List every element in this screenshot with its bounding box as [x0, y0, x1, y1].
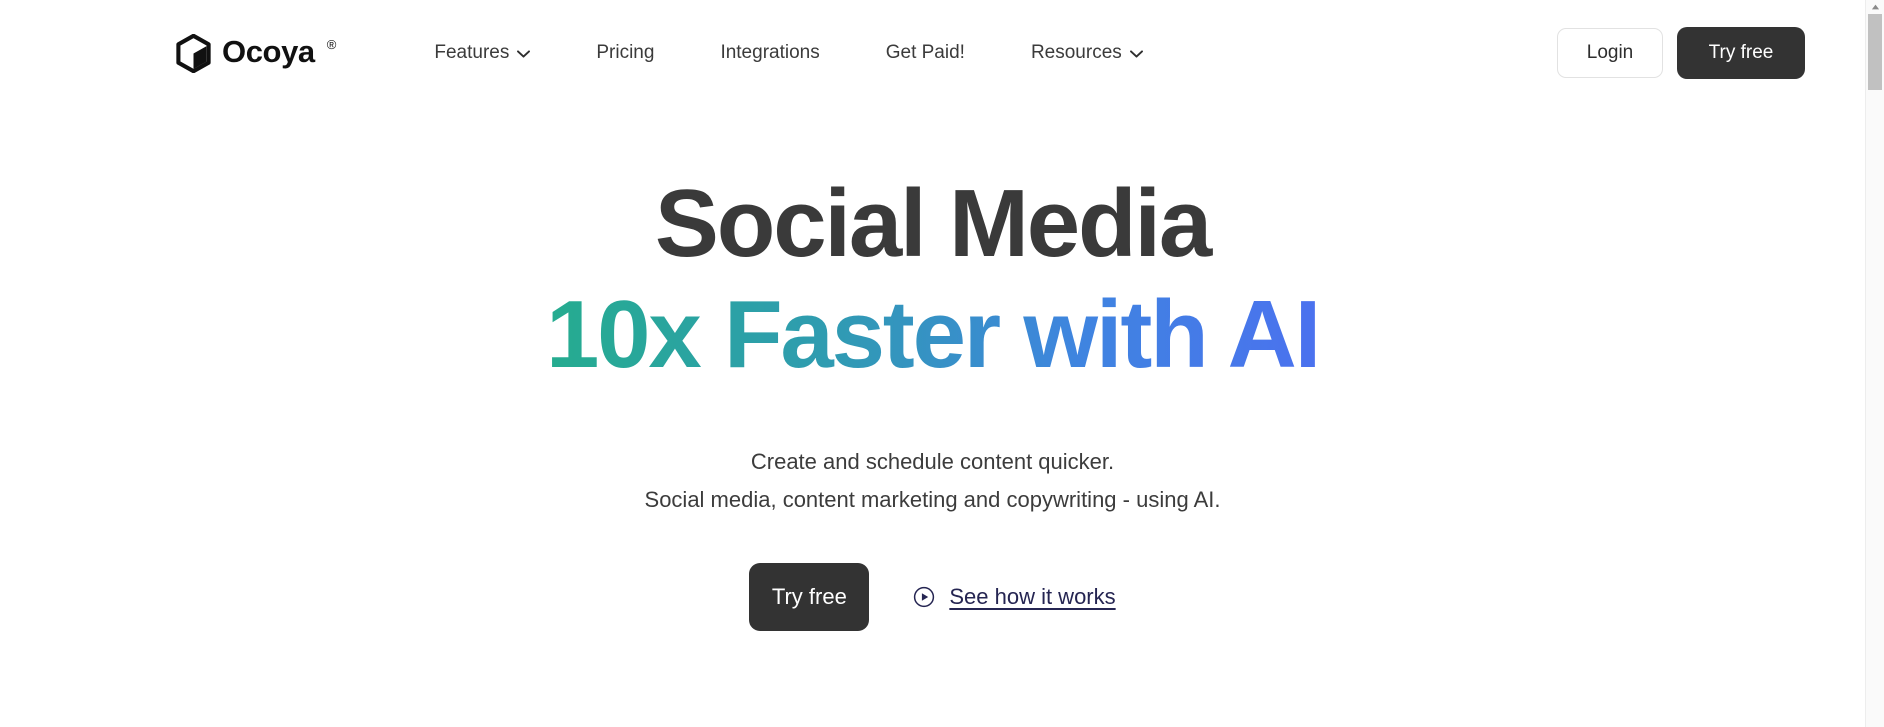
cube-logo-icon — [176, 34, 211, 73]
site-header: Ocoya ® Features Pricing Integrations Ge… — [0, 0, 1865, 106]
nav-item-label: Features — [434, 42, 510, 63]
hero-subtitle: Create and schedule content quicker. Soc… — [0, 443, 1865, 519]
hero-section: Social Media 10x Faster with AI Create a… — [0, 106, 1865, 631]
chevron-down-icon — [517, 50, 531, 58]
nav-item-get-paid[interactable]: Get Paid! — [886, 32, 965, 74]
hero-headline-line-2: 10x Faster with AI — [0, 279, 1865, 390]
see-how-it-works-link[interactable]: See how it works — [913, 583, 1116, 610]
brand-name: Ocoya — [222, 34, 315, 69]
try-free-button-header[interactable]: Try free — [1677, 27, 1805, 79]
header-actions: Login Try free — [1557, 27, 1805, 79]
nav-item-integrations[interactable]: Integrations — [720, 32, 819, 74]
nav-item-features[interactable]: Features — [434, 32, 531, 74]
hero-subtitle-line-1: Create and schedule content quicker. — [750, 448, 1115, 474]
nav-item-label: Resources — [1030, 42, 1122, 63]
see-how-it-works-label: See how it works — [949, 583, 1116, 609]
hero-headline: Social Media 10x Faster with AI — [0, 168, 1865, 391]
main-navigation: Features Pricing Integrations Get Paid! … — [434, 32, 1143, 74]
nav-item-label: Pricing — [596, 42, 655, 63]
vertical-scrollbar[interactable] — [1865, 0, 1884, 727]
nav-item-resources[interactable]: Resources — [1031, 32, 1143, 74]
brand-logo[interactable]: Ocoya ® — [176, 30, 336, 74]
hero-subtitle-line-2: Social media, content marketing and copy… — [644, 486, 1221, 512]
hero-cta-group: Try free See how it works — [0, 562, 1865, 631]
page-viewport: Ocoya ® Features Pricing Integrations Ge… — [0, 0, 1865, 727]
hero-headline-line-1: Social Media — [654, 170, 1212, 277]
nav-item-pricing[interactable]: Pricing — [596, 32, 654, 74]
play-circle-icon — [914, 586, 935, 607]
scroll-up-arrow-icon[interactable] — [1866, 0, 1884, 14]
scrollbar-thumb[interactable] — [1868, 14, 1882, 90]
nav-item-label: Integrations — [720, 42, 820, 63]
chevron-down-icon — [1129, 50, 1143, 58]
try-free-button-hero[interactable]: Try free — [749, 562, 870, 631]
scroll-up-arrow-glyph — [1871, 4, 1879, 10]
registered-trademark-symbol: ® — [326, 37, 337, 52]
nav-item-label: Get Paid! — [885, 42, 965, 63]
login-button[interactable]: Login — [1557, 28, 1663, 78]
